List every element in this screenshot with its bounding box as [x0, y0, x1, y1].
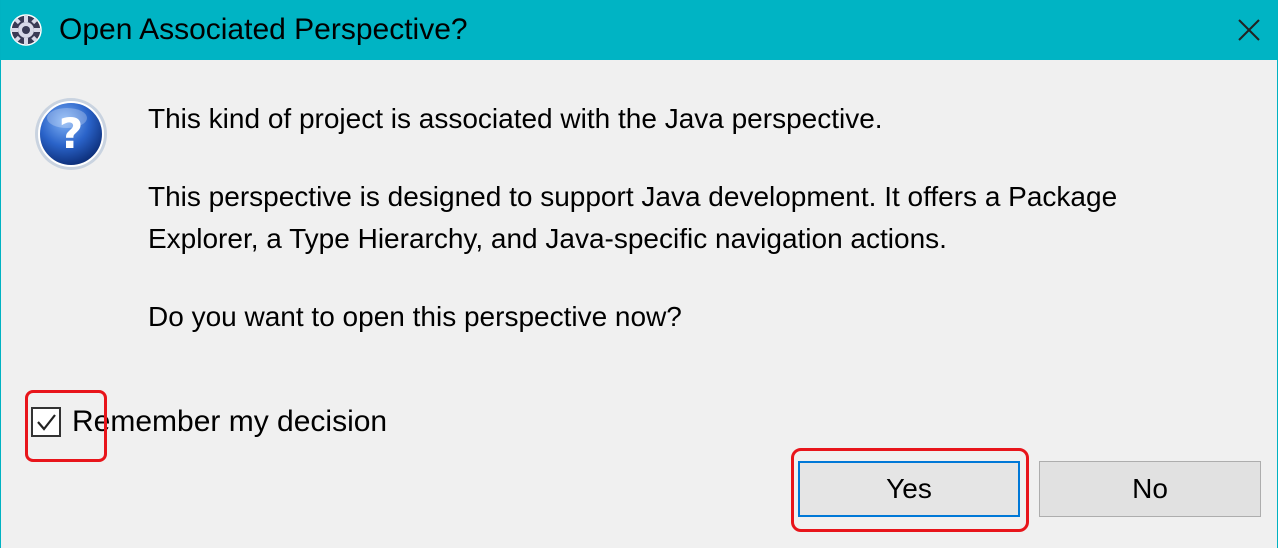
title-bar: Open Associated Perspective? [1, 0, 1277, 60]
no-button[interactable]: No [1039, 461, 1261, 517]
message-line-3: Explorer, a Type Hierarchy, and Java-spe… [148, 223, 947, 254]
question-text: Do you want to open this perspective now… [148, 301, 682, 332]
remember-checkbox-label: Remember my decision [72, 405, 388, 438]
perspective-dialog: Open Associated Perspective? ? This kind… [0, 0, 1278, 548]
close-icon[interactable] [1229, 10, 1269, 50]
eclipse-gear-icon [10, 14, 42, 46]
svg-text:?: ? [59, 109, 83, 158]
remember-checkbox[interactable] [31, 407, 61, 437]
remember-decision-option[interactable]: Remember my decision [31, 400, 387, 444]
question-icon: ? [35, 98, 107, 170]
message-line-1: This kind of project is associated with … [148, 103, 883, 134]
yes-button[interactable]: Yes [798, 461, 1020, 517]
message-line-2: This perspective is designed to support … [148, 181, 1118, 212]
checkmark-icon [37, 414, 56, 431]
window-title: Open Associated Perspective? [59, 13, 468, 46]
